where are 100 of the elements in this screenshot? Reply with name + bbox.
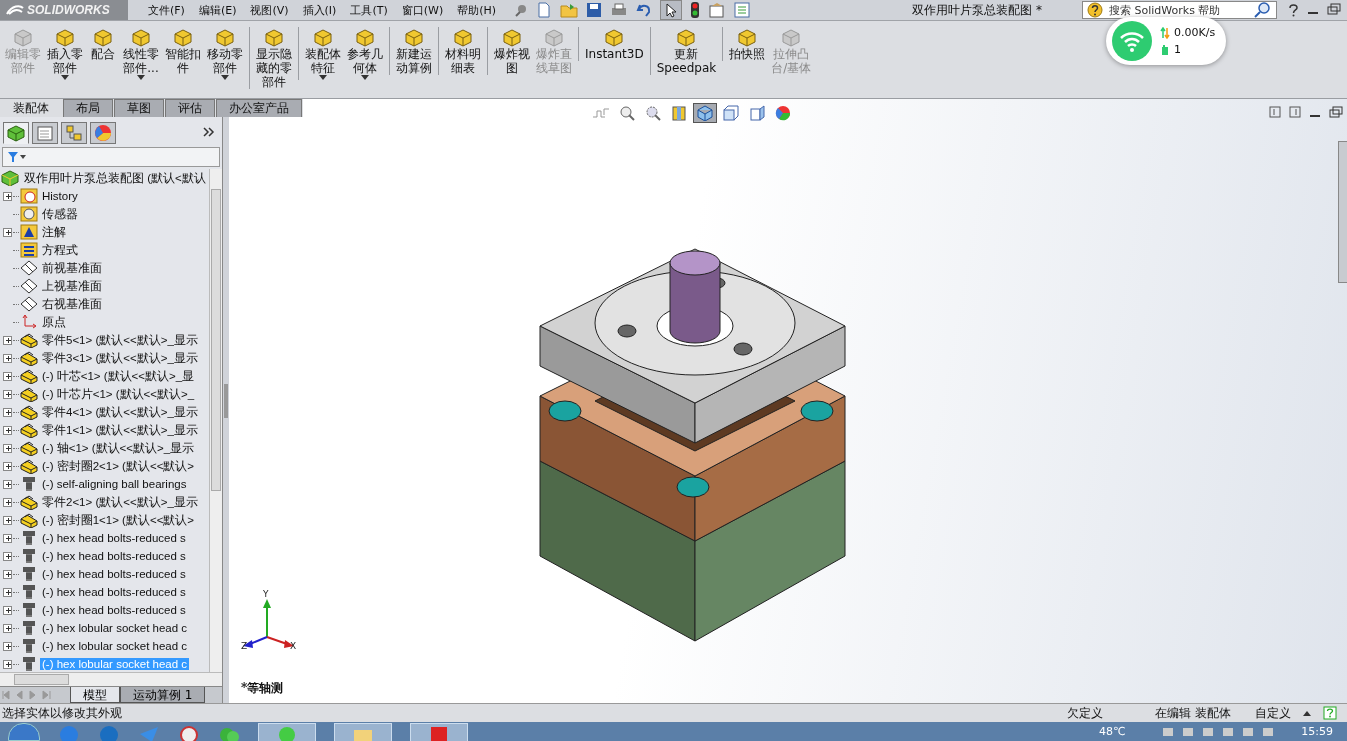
expand-icon[interactable] xyxy=(3,389,12,399)
tree-item[interactable]: 零件3<1> (默认<<默认>_显示 xyxy=(40,350,200,366)
command-button[interactable]: Instant3D xyxy=(578,27,647,61)
expand-icon[interactable] xyxy=(3,533,12,543)
command-button[interactable]: 插入零 部件 xyxy=(44,27,86,80)
menu-item[interactable]: 窗口(W) xyxy=(395,2,450,18)
filter-icon[interactable] xyxy=(7,151,27,163)
ribbon-tab[interactable]: 办公室产品 xyxy=(216,99,302,117)
command-button[interactable]: 配合 xyxy=(86,27,120,61)
command-button[interactable]: 新建运 动算例 xyxy=(389,27,435,75)
expand-icon[interactable] xyxy=(3,659,12,669)
tree-item[interactable]: (-) hex head bolts-reduced s xyxy=(40,532,188,544)
tree-item[interactable]: 原点 xyxy=(40,314,68,330)
tree-item[interactable]: (-) hex head bolts-reduced s xyxy=(40,568,188,580)
tree-item[interactable]: 前视基准面 xyxy=(40,260,104,276)
new-document-icon[interactable] xyxy=(536,2,552,18)
expand-icon[interactable] xyxy=(3,425,12,435)
expand-icon[interactable] xyxy=(3,515,12,525)
dropdown-caret-icon[interactable] xyxy=(319,75,327,80)
printer-icon[interactable] xyxy=(610,2,628,18)
expand-icon[interactable] xyxy=(3,371,12,381)
menu-item[interactable]: 文件(F) xyxy=(142,2,191,18)
tree-item[interactable]: (-) hex head bolts-reduced s xyxy=(40,550,188,562)
horizontal-scrollbar[interactable] xyxy=(0,672,222,686)
tree-item[interactable]: 传感器 xyxy=(40,206,80,222)
vertical-scrollbar[interactable] xyxy=(209,169,222,672)
model-tab[interactable]: 模型 xyxy=(70,687,120,703)
tree-item[interactable]: (-) hex lobular socket head c xyxy=(40,640,190,652)
tree-item[interactable]: (-) hex head bolts-reduced s xyxy=(40,586,188,598)
ribbon-tab[interactable]: 草图 xyxy=(114,99,164,117)
select-pointer-icon[interactable] xyxy=(660,0,682,20)
expand-icon[interactable] xyxy=(3,407,12,417)
dropdown-caret-icon[interactable] xyxy=(137,75,145,80)
command-button[interactable]: 更新 Speedpak xyxy=(649,27,720,75)
collapse-handle[interactable] xyxy=(224,384,228,418)
restore-icon[interactable] xyxy=(1329,106,1343,118)
list-icon[interactable] xyxy=(734,2,750,18)
menu-item[interactable]: 视图(V) xyxy=(244,2,295,18)
solidworks-icon[interactable] xyxy=(410,723,468,741)
panel-tab[interactable] xyxy=(3,122,29,144)
menu-item[interactable]: 帮助(H) xyxy=(451,2,503,18)
expand-icon[interactable] xyxy=(3,353,12,363)
menu-item[interactable]: 工具(T) xyxy=(344,2,394,18)
tree-item[interactable]: (-) 轴<1> (默认<<默认>_显示 xyxy=(40,440,197,456)
save-icon[interactable] xyxy=(586,2,602,18)
command-button[interactable]: 爆炸视 图 xyxy=(487,27,533,75)
help-icon[interactable] xyxy=(1287,3,1299,17)
command-button[interactable]: 显示隐 藏的零 部件 xyxy=(249,27,295,89)
options-icon[interactable] xyxy=(708,2,726,18)
expand-icon[interactable] xyxy=(3,605,12,615)
restore-icon[interactable] xyxy=(1327,3,1341,15)
panel-tab[interactable] xyxy=(61,122,87,144)
menu-item[interactable]: 插入(I) xyxy=(296,2,343,18)
expand-icon[interactable] xyxy=(3,569,12,579)
tree-item[interactable]: 注解 xyxy=(40,224,68,240)
tree-item[interactable]: 右视基准面 xyxy=(40,296,104,312)
tree-item[interactable]: (-) self-aligning ball bearings xyxy=(40,478,189,490)
expand-icon[interactable] xyxy=(3,551,12,561)
dropdown-caret-icon[interactable] xyxy=(221,75,229,80)
ribbon-tab[interactable]: 布局 xyxy=(63,99,113,117)
tree-item[interactable]: 方程式 xyxy=(40,242,80,258)
tree-item[interactable]: (-) hex head bolts-reduced s xyxy=(40,604,188,616)
tree-item[interactable]: 零件5<1> (默认<<默认>_显示 xyxy=(40,332,200,348)
tile-left-icon[interactable] xyxy=(1269,106,1281,118)
command-button[interactable]: 线性零 部件... xyxy=(120,27,162,80)
tree-item[interactable]: (-) 叶芯<1> (默认<<默认>_显 xyxy=(40,368,197,384)
model-tab[interactable]: 运动算例 1 xyxy=(120,687,206,703)
ribbon-tab[interactable]: 评估 xyxy=(165,99,215,117)
caret-icon[interactable] xyxy=(1303,710,1311,716)
expand-icon[interactable] xyxy=(3,443,12,453)
search-icon[interactable] xyxy=(1254,2,1272,18)
dropdown-caret-icon[interactable] xyxy=(61,75,69,80)
undo-icon[interactable] xyxy=(636,2,652,18)
expand-icon[interactable] xyxy=(3,497,12,507)
panel-tab[interactable] xyxy=(90,122,116,144)
tree-item[interactable]: 零件4<1> (默认<<默认>_显示 xyxy=(40,404,200,420)
expand-icon[interactable] xyxy=(3,191,12,201)
tree-item[interactable]: 双作用叶片泵总装配图 (默认<默认 xyxy=(22,170,208,186)
panel-tab[interactable] xyxy=(32,122,58,144)
tree-item[interactable]: 上视基准面 xyxy=(40,278,104,294)
tree-item[interactable]: (-) 密封圈2<1> (默认<<默认> xyxy=(40,458,197,474)
traffic-light-icon[interactable] xyxy=(690,1,700,19)
expand-icon[interactable] xyxy=(3,461,12,471)
tree-item[interactable]: History xyxy=(40,190,80,202)
command-button[interactable]: 移动零 部件 xyxy=(204,27,246,80)
expand-icon[interactable] xyxy=(3,227,12,237)
tree-item[interactable]: (-) hex lobular socket head c xyxy=(40,622,190,634)
app-icon[interactable] xyxy=(178,724,200,741)
command-button[interactable]: 参考几 何体 xyxy=(344,27,386,80)
dropdown-caret-icon[interactable] xyxy=(361,75,369,80)
tree-item[interactable]: (-) 叶芯片<1> (默认<<默认>_ xyxy=(40,386,197,402)
command-button[interactable]: 材料明 细表 xyxy=(438,27,484,75)
search-field[interactable]: 搜索 SolidWorks 帮助 xyxy=(1082,1,1277,19)
tile-right-icon[interactable] xyxy=(1289,106,1301,118)
command-button[interactable]: 装配体 特征 xyxy=(298,27,344,80)
expand-icon[interactable] xyxy=(3,335,12,345)
view-tool-button[interactable] xyxy=(693,103,717,123)
expand-icon[interactable] xyxy=(3,623,12,633)
pin-icon[interactable] xyxy=(514,3,528,17)
tree-item[interactable]: 零件1<1> (默认<<默认>_显示 xyxy=(40,422,200,438)
